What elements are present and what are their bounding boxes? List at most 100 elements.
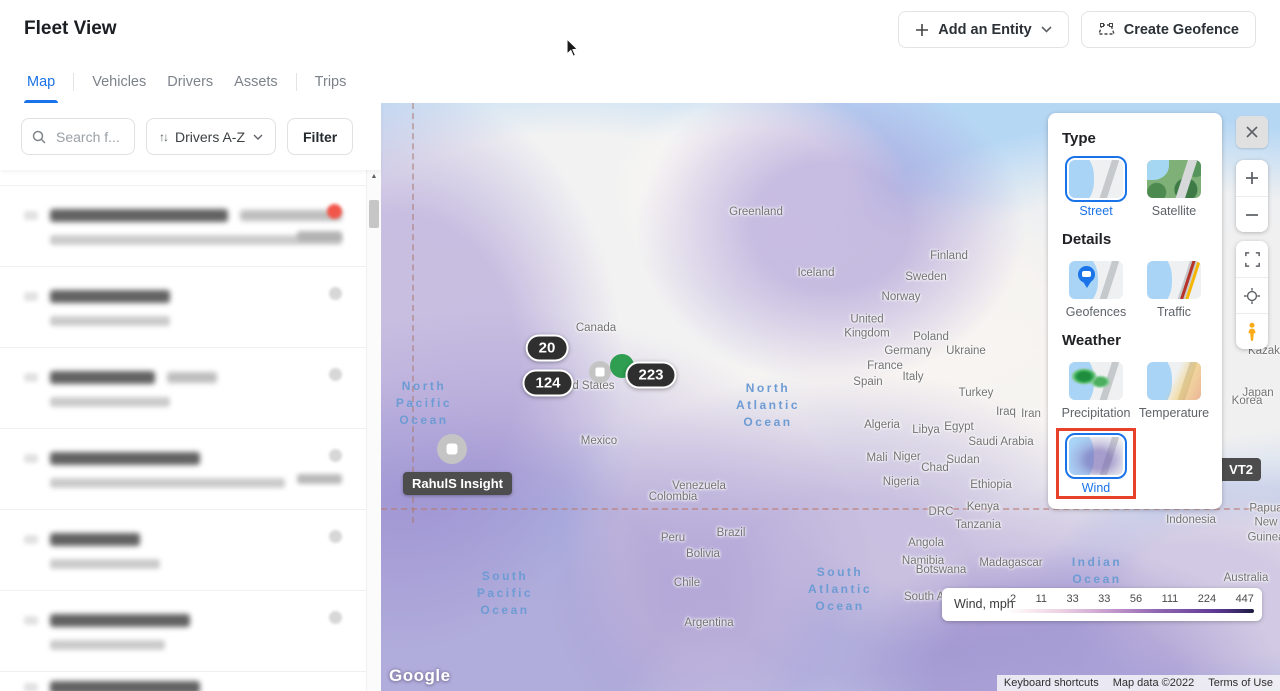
country-label: United Kingdom	[844, 313, 890, 340]
layer-option-satellite[interactable]: Satellite	[1140, 156, 1208, 218]
layer-option-geofences[interactable]: Geofences	[1062, 257, 1130, 319]
vehicle-cluster-dot[interactable]	[589, 361, 611, 383]
layers-panel-content: Type Street Satellite Details Geofences Traff…	[1056, 130, 1209, 499]
geofence-icon	[1097, 23, 1115, 36]
create-geofence-label: Create Geofence	[1123, 21, 1239, 38]
driver-row-line2	[24, 478, 342, 489]
redacted-location-text	[50, 316, 170, 326]
panel-section-title: Weather	[1062, 332, 1121, 349]
legend-tick: 111	[1161, 593, 1179, 605]
redacted-location-text	[50, 478, 285, 488]
precipitation-thumbnail	[1069, 362, 1123, 400]
tab-assets[interactable]: Assets	[231, 60, 281, 103]
redacted-driver-name	[50, 680, 200, 691]
layer-thumbnail-frame	[1065, 156, 1127, 202]
street-view-pegman[interactable]	[1236, 313, 1268, 349]
layer-option-temperature[interactable]: Temperature	[1139, 358, 1209, 420]
zoom-in-button[interactable]	[1236, 160, 1268, 196]
zoom-control	[1236, 160, 1268, 232]
asset-marker-label[interactable]: RahulS Insight	[403, 472, 512, 495]
redacted-location-text	[50, 397, 170, 407]
tab-trips[interactable]: Trips	[312, 60, 350, 103]
driver-list-item[interactable]	[0, 510, 366, 591]
list-spacer	[0, 170, 366, 186]
create-geofence-button[interactable]: Create Geofence	[1080, 11, 1256, 48]
cluster-marker[interactable]: 124	[522, 369, 574, 397]
legend-tick: 33	[1066, 593, 1079, 605]
my-location-button[interactable]	[1236, 277, 1268, 313]
country-label: Mali	[866, 451, 888, 464]
zoom-out-button[interactable]	[1236, 196, 1268, 232]
asset-marker[interactable]	[437, 434, 467, 464]
street-thumbnail	[1069, 160, 1123, 198]
country-label: Sudan	[946, 453, 980, 466]
country-label: Nigeria	[882, 475, 920, 488]
layer-option-label: Satellite	[1151, 204, 1197, 218]
attribution-map-data: Map data ©2022	[1105, 675, 1202, 691]
layer-option-street[interactable]: Street	[1062, 156, 1130, 218]
country-label: Iceland	[797, 266, 835, 279]
driver-status-icon	[329, 368, 342, 381]
search-icon	[32, 130, 46, 144]
country-label: Germany	[884, 344, 932, 357]
driver-list-item[interactable]	[0, 348, 366, 429]
attribution-keyboard-shortcuts[interactable]: Keyboard shortcuts	[996, 675, 1106, 691]
legend-tick: 2	[1010, 593, 1017, 605]
country-label: Saudi Arabia	[968, 435, 1034, 448]
driver-list-item[interactable]	[0, 672, 366, 691]
country-label: Algeria	[864, 418, 900, 431]
driver-list-item[interactable]	[0, 591, 366, 672]
layer-thumbnail-frame	[1065, 358, 1127, 404]
country-label: Bolivia	[686, 547, 720, 560]
country-label: DRC	[928, 505, 954, 518]
filter-button[interactable]: Filter	[287, 118, 354, 155]
country-label: Colombia	[648, 490, 698, 503]
layer-thumbnail-frame	[1065, 257, 1127, 303]
list-scrollbar[interactable]: ▲	[366, 170, 381, 691]
panel-section-title: Details	[1062, 231, 1112, 248]
fullscreen-button[interactable]	[1236, 241, 1268, 277]
driver-list-item[interactable]	[0, 267, 366, 348]
search-input-wrapper	[21, 118, 135, 155]
driver-row-right	[297, 204, 342, 241]
scroll-up-arrow[interactable]: ▲	[367, 173, 381, 180]
geofences-thumbnail-art	[1069, 261, 1123, 299]
country-label: Greenland	[729, 205, 783, 218]
redacted-driver-detail	[167, 371, 217, 383]
panel-option-grid: Precipitation Temperature Wind	[1056, 358, 1209, 499]
layer-option-traffic[interactable]: Traffic	[1140, 257, 1208, 319]
street-thumbnail-art	[1069, 160, 1123, 198]
attribution-terms-of-use[interactable]: Terms of Use	[1201, 675, 1280, 691]
cluster-marker[interactable]: 223	[625, 361, 677, 389]
plus-icon	[1245, 171, 1259, 185]
layer-option-wind[interactable]: Wind	[1056, 428, 1136, 499]
scrollbar-thumb[interactable]	[369, 200, 379, 228]
layer-option-precipitation[interactable]: Precipitation	[1062, 358, 1130, 420]
redacted-driver-name	[50, 451, 200, 465]
driver-row-line1	[24, 680, 342, 691]
driver-status-icon	[329, 611, 342, 624]
geofences-thumbnail	[1069, 261, 1123, 299]
sort-dropdown[interactable]: ↑↓ Drivers A-Z	[146, 118, 276, 155]
search-input[interactable]	[54, 127, 124, 146]
sort-arrows-icon: ↑↓	[159, 129, 169, 144]
tab-vehicles[interactable]: Vehicles	[89, 60, 149, 103]
tab-map[interactable]: Map	[24, 60, 59, 103]
driver-row-line2	[24, 316, 342, 327]
ocean-label: Indian Ocean	[1071, 555, 1123, 586]
country-label: Botswana	[915, 563, 967, 576]
cluster-marker[interactable]: 20	[525, 334, 569, 362]
add-entity-button[interactable]: Add an Entity	[898, 11, 1069, 48]
traffic-thumbnail-art	[1175, 261, 1198, 299]
ocean-label: North Atlantic Ocean	[735, 380, 801, 429]
minus-icon	[1245, 213, 1259, 217]
legend-tick: 11	[1035, 593, 1047, 605]
driver-list-item[interactable]	[0, 429, 366, 510]
country-label: Angola	[908, 536, 944, 549]
tab-drivers[interactable]: Drivers	[164, 60, 216, 103]
close-panel-button[interactable]	[1236, 116, 1268, 148]
country-label: Sweden	[905, 270, 947, 283]
driver-list-item[interactable]	[0, 186, 366, 267]
country-label: Chile	[673, 576, 701, 589]
map-canvas[interactable]: RahulS Insight VT2 Wind, mph 2 11 33 33 56 11…	[381, 103, 1280, 691]
